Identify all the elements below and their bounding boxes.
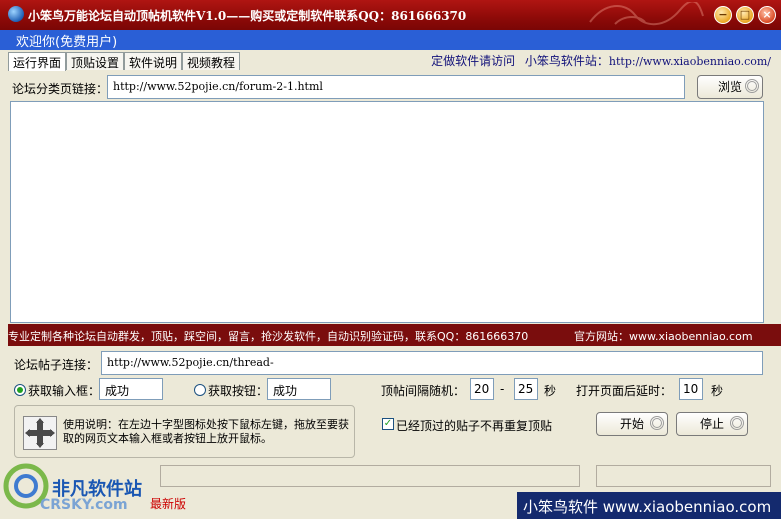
stop-button[interactable]: 停止	[676, 412, 748, 436]
log-output[interactable]	[10, 101, 764, 323]
tab-video-tutorial[interactable]: 视频教程	[182, 52, 241, 70]
delay-input[interactable]: 10	[679, 378, 703, 400]
tab-bump-settings[interactable]: 顶贴设置	[66, 52, 125, 70]
minimize-button[interactable]: −	[714, 6, 732, 24]
instructions-text: 使用说明：在左边十字型图标处按下鼠标左键，拖放至要获取的网页文本输入框或者按钮上…	[63, 418, 349, 445]
crosshair-drag-icon[interactable]	[23, 416, 57, 450]
forum-page-label: 论坛分类页链接：	[12, 82, 109, 96]
welcome-bar: 欢迎你(免费用户)	[0, 30, 781, 50]
browse-label: 浏览	[717, 80, 742, 94]
get-button-label: 获取按钮：	[208, 384, 269, 398]
delay-label: 打开页面后延时：	[576, 384, 673, 398]
decorative-swirl-icon	[589, 2, 704, 26]
gear-icon	[745, 79, 759, 93]
tab-help[interactable]: 软件说明	[124, 52, 183, 70]
forum-page-input[interactable]: http://www.52pojie.cn/forum-2-1.html	[107, 75, 685, 99]
start-button[interactable]: 开始	[596, 412, 668, 436]
gear-icon	[650, 416, 664, 430]
tab-strip: 运行界面 顶贴设置 软件说明 视频教程	[8, 52, 241, 71]
browse-button[interactable]: 浏览	[697, 75, 763, 99]
thread-link-label: 论坛帖子连接：	[14, 358, 99, 372]
custom-link[interactable]: 定做软件请访问	[431, 54, 515, 68]
start-label: 开始	[619, 417, 644, 431]
ad-banner: 专业定制各种论坛自动群发，顶贴，踩空间，留言，抢沙发软件，自动识别验证码，联系Q…	[8, 324, 781, 346]
app-icon	[8, 6, 24, 22]
banner-text: 专业定制各种论坛自动群发，顶贴，踩空间，留言，抢沙发软件，自动识别验证码，联系Q…	[8, 330, 529, 343]
stop-label: 停止	[699, 417, 724, 431]
maximize-button[interactable]: □	[736, 6, 754, 24]
no-repeat-checkbox[interactable]: ✓	[382, 418, 394, 430]
interval-dash: -	[500, 382, 505, 396]
tab-run[interactable]: 运行界面	[8, 52, 67, 71]
interval-max-input[interactable]: 25	[514, 378, 538, 400]
get-button-radio[interactable]	[194, 384, 206, 396]
site-label: 小笨鸟软件站：	[524, 54, 609, 68]
interval-label: 顶帖间隔随机：	[381, 384, 466, 398]
thread-link-input[interactable]: http://www.52pojie.cn/thread-	[101, 351, 763, 375]
gear-icon	[730, 416, 744, 430]
instructions-panel: 使用说明：在左边十字型图标处按下鼠标左键，拖放至要获取的网页文本输入框或者按钮上…	[14, 405, 355, 458]
get-input-status[interactable]: 成功	[99, 378, 163, 400]
new-version-text: 最新版	[150, 497, 187, 511]
title-bar[interactable]: 小笨鸟万能论坛自动顶帖机软件V1.0——购买或定制软件联系QQ：86166637…	[0, 0, 781, 30]
brand-bar: 小笨鸟软件 www.xiaobenniao.com	[517, 492, 781, 519]
header-links: 定做软件请访问 小笨鸟软件站：http://www.xiaobenniao.co…	[425, 52, 771, 69]
site-link[interactable]: http://www.xiaobenniao.com/	[609, 55, 771, 68]
interval-unit: 秒	[544, 384, 557, 398]
status-pane-right	[596, 465, 771, 487]
interval-min-input[interactable]: 20	[470, 378, 494, 400]
get-button-status[interactable]: 成功	[267, 378, 331, 400]
delay-unit: 秒	[711, 384, 724, 398]
status-pane-left	[160, 465, 580, 487]
watermark-subtitle: CRSKY.com	[40, 497, 128, 513]
close-button[interactable]: ×	[758, 6, 776, 24]
get-input-label: 获取输入框：	[28, 384, 101, 398]
no-repeat-label: 已经顶过的贴子不再重复顶贴	[396, 419, 553, 433]
banner-site: 官方网站：www.xiaobenniao.com	[574, 330, 753, 343]
window-title: 小笨鸟万能论坛自动顶帖机软件V1.0——购买或定制软件联系QQ：86166637…	[28, 9, 467, 23]
get-input-radio[interactable]	[14, 384, 26, 396]
